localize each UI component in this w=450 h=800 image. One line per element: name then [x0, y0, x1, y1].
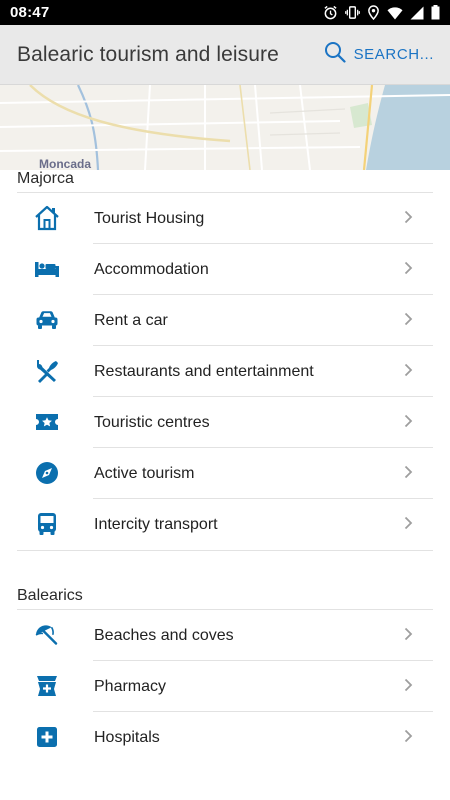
chevron-right-icon	[404, 312, 413, 331]
list-item-active-tourism[interactable]: Active tourism	[0, 448, 450, 499]
vibrate-icon	[345, 5, 360, 20]
status-bar: 08:47	[0, 0, 450, 25]
list-item-label: Restaurants and entertainment	[94, 362, 314, 380]
list-item-beaches[interactable]: Beaches and coves	[0, 610, 450, 661]
pharmacy-icon	[33, 673, 61, 699]
list-item-label: Tourist Housing	[94, 209, 205, 227]
signal-icon	[410, 6, 424, 20]
list-item-label: Accommodation	[94, 260, 209, 278]
status-icons	[323, 5, 440, 20]
list-item-intercity-transport[interactable]: Intercity transport	[0, 499, 450, 550]
alarm-icon	[323, 5, 338, 20]
chevron-right-icon	[404, 414, 413, 433]
map-preview[interactable]: Moncada	[0, 85, 450, 170]
ticket-star-icon	[33, 409, 61, 435]
chevron-right-icon	[404, 261, 413, 280]
chevron-right-icon	[404, 729, 413, 748]
list-item-touristic-centres[interactable]: Touristic centres	[0, 397, 450, 448]
category-list: Majorca Tourist Housing Accommodation Re…	[0, 170, 450, 763]
chevron-right-icon	[404, 678, 413, 697]
cutlery-icon	[33, 358, 61, 384]
list-item-rent-a-car[interactable]: Rent a car	[0, 295, 450, 346]
list-item-accommodation[interactable]: Accommodation	[0, 244, 450, 295]
page-title: Balearic tourism and leisure	[17, 42, 279, 66]
chevron-right-icon	[404, 363, 413, 382]
hospital-cross-icon	[33, 724, 61, 750]
chevron-right-icon	[404, 210, 413, 229]
list-item-restaurants[interactable]: Restaurants and entertainment	[0, 346, 450, 397]
list-item-label: Beaches and coves	[94, 626, 234, 644]
list-item-label: Rent a car	[94, 311, 168, 329]
wifi-icon	[387, 6, 403, 20]
list-item-label: Pharmacy	[94, 677, 167, 695]
list-item-label: Intercity transport	[94, 515, 218, 533]
house-icon	[33, 205, 61, 231]
status-time: 08:47	[10, 4, 50, 21]
search-button[interactable]: SEARCH...	[324, 41, 450, 68]
map-place-label: Moncada	[39, 157, 92, 170]
bed-icon	[33, 256, 61, 282]
beach-umbrella-icon	[33, 622, 61, 648]
car-icon	[33, 307, 61, 333]
section-title-balearics: Balearics	[17, 587, 83, 604]
list-item-label: Active tourism	[94, 464, 195, 482]
list-item-label: Hospitals	[94, 728, 160, 746]
list-item-hospitals[interactable]: Hospitals	[0, 712, 450, 763]
chevron-right-icon	[404, 516, 413, 535]
list-item-pharmacy[interactable]: Pharmacy	[0, 661, 450, 712]
app-bar: Balearic tourism and leisure SEARCH...	[0, 25, 450, 85]
list-item-tourist-housing[interactable]: Tourist Housing	[0, 193, 450, 244]
list-item-label: Touristic centres	[94, 413, 210, 431]
search-label: SEARCH...	[353, 46, 434, 63]
chevron-right-icon	[404, 465, 413, 484]
compass-icon	[33, 460, 61, 486]
location-icon	[367, 5, 380, 20]
search-icon	[324, 41, 346, 68]
battery-icon	[431, 5, 440, 20]
bus-icon	[33, 511, 61, 537]
chevron-right-icon	[404, 627, 413, 646]
section-title-majorca: Majorca	[17, 170, 74, 187]
